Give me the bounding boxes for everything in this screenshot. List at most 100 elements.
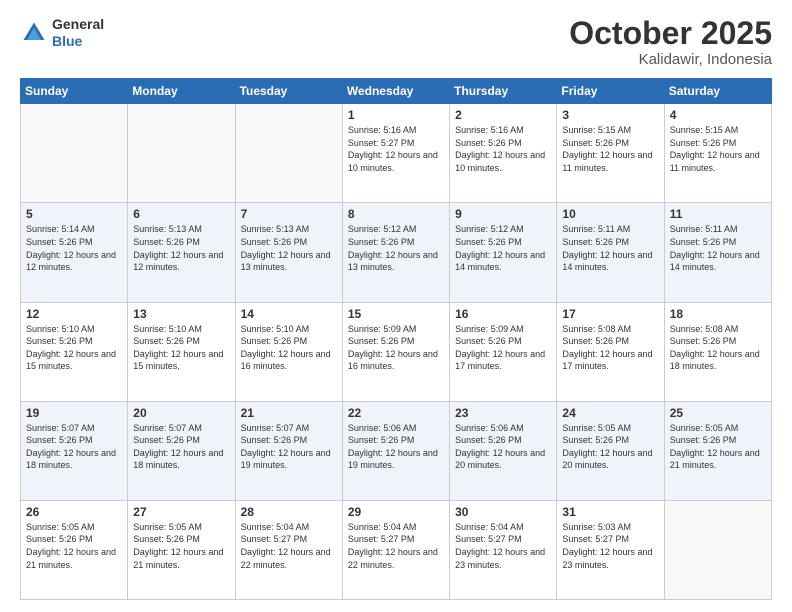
logo-general: General	[52, 16, 104, 32]
day-cell: 23Sunrise: 5:06 AMSunset: 5:26 PMDayligh…	[450, 401, 557, 500]
day-info: Sunrise: 5:13 AMSunset: 5:26 PMDaylight:…	[241, 223, 337, 273]
page: General Blue October 2025 Kalidawir, Ind…	[0, 0, 792, 612]
day-number: 23	[455, 406, 551, 420]
day-number: 17	[562, 307, 658, 321]
day-cell: 6Sunrise: 5:13 AMSunset: 5:26 PMDaylight…	[128, 203, 235, 302]
day-cell: 9 Sunrise: 5:12 AMSunset: 5:26 PMDaylight…	[450, 203, 557, 302]
day-number: 28	[241, 505, 337, 519]
logo-blue: Blue	[52, 33, 82, 49]
day-cell: 21 Sunrise: 5:07 AMSunset: 5:26 PMDayligh…	[235, 401, 342, 500]
day-cell: 17Sunrise: 5:08 AMSunset: 5:26 PMDayligh…	[557, 302, 664, 401]
calendar: Sunday Monday Tuesday Wednesday Thursday…	[20, 78, 772, 600]
day-info: Sunrise: 5:05 AMSunset: 5:26 PMDaylight:…	[562, 422, 658, 472]
day-number: 3	[562, 108, 658, 122]
week-row-3: 12 Sunrise: 5:10 AMSunset: 5:26 PMDayligh…	[21, 302, 772, 401]
day-info: Sunrise: 5:09 AMSunset: 5:26 PMDaylight:…	[455, 323, 551, 373]
day-number: 25	[670, 406, 766, 420]
day-cell: 1 Sunrise: 5:16 AMSunset: 5:27 PMDaylight…	[342, 104, 449, 203]
day-cell: 24 Sunrise: 5:05 AMSunset: 5:26 PMDayligh…	[557, 401, 664, 500]
day-cell: 19 Sunrise: 5:07 AMSunset: 5:26 PMDayligh…	[21, 401, 128, 500]
month-title: October 2025	[569, 16, 772, 51]
day-number: 27	[133, 505, 229, 519]
day-info: Sunrise: 5:05 AMSunset: 5:26 PMDaylight:…	[670, 422, 766, 472]
day-number: 1	[348, 108, 444, 122]
day-cell: 14 Sunrise: 5:10 AMSunset: 5:26 PMDayligh…	[235, 302, 342, 401]
header-sunday: Sunday	[21, 79, 128, 104]
day-number: 18	[670, 307, 766, 321]
week-row-2: 5Sunrise: 5:14 AMSunset: 5:26 PMDaylight…	[21, 203, 772, 302]
header-wednesday: Wednesday	[342, 79, 449, 104]
day-info: Sunrise: 5:09 AMSunset: 5:26 PMDaylight:…	[348, 323, 444, 373]
day-info: Sunrise: 5:04 AMSunset: 5:27 PMDaylight:…	[455, 521, 551, 571]
day-info: Sunrise: 5:14 AMSunset: 5:26 PMDaylight:…	[26, 223, 122, 273]
day-cell: 11 Sunrise: 5:11 AMSunset: 5:26 PMDayligh…	[664, 203, 771, 302]
logo: General Blue	[20, 16, 104, 50]
day-info: Sunrise: 5:08 AMSunset: 5:26 PMDaylight:…	[670, 323, 766, 373]
day-cell: 20Sunrise: 5:07 AMSunset: 5:26 PMDayligh…	[128, 401, 235, 500]
header-saturday: Saturday	[664, 79, 771, 104]
day-cell	[235, 104, 342, 203]
day-info: Sunrise: 5:13 AMSunset: 5:26 PMDaylight:…	[133, 223, 229, 273]
day-cell: 30 Sunrise: 5:04 AMSunset: 5:27 PMDayligh…	[450, 500, 557, 599]
day-number: 22	[348, 406, 444, 420]
day-info: Sunrise: 5:11 AMSunset: 5:26 PMDaylight:…	[562, 223, 658, 273]
day-number: 4	[670, 108, 766, 122]
day-cell: 28Sunrise: 5:04 AMSunset: 5:27 PMDayligh…	[235, 500, 342, 599]
day-number: 29	[348, 505, 444, 519]
day-info: Sunrise: 5:07 AMSunset: 5:26 PMDaylight:…	[26, 422, 122, 472]
day-number: 20	[133, 406, 229, 420]
day-info: Sunrise: 5:10 AMSunset: 5:26 PMDaylight:…	[133, 323, 229, 373]
day-number: 21	[241, 406, 337, 420]
day-info: Sunrise: 5:05 AMSunset: 5:26 PMDaylight:…	[133, 521, 229, 571]
day-cell	[21, 104, 128, 203]
day-number: 30	[455, 505, 551, 519]
week-row-5: 26Sunrise: 5:05 AMSunset: 5:26 PMDayligh…	[21, 500, 772, 599]
week-row-4: 19 Sunrise: 5:07 AMSunset: 5:26 PMDayligh…	[21, 401, 772, 500]
header-tuesday: Tuesday	[235, 79, 342, 104]
day-number: 19	[26, 406, 122, 420]
day-cell: 8 Sunrise: 5:12 AMSunset: 5:26 PMDaylight…	[342, 203, 449, 302]
day-cell: 31 Sunrise: 5:03 AMSunset: 5:27 PMDayligh…	[557, 500, 664, 599]
day-cell: 3 Sunrise: 5:15 AMSunset: 5:26 PMDaylight…	[557, 104, 664, 203]
day-number: 9	[455, 207, 551, 221]
logo-text: General Blue	[52, 16, 104, 50]
day-number: 11	[670, 207, 766, 221]
day-number: 8	[348, 207, 444, 221]
day-number: 12	[26, 307, 122, 321]
week-row-1: 1 Sunrise: 5:16 AMSunset: 5:27 PMDaylight…	[21, 104, 772, 203]
day-info: Sunrise: 5:16 AMSunset: 5:27 PMDaylight:…	[348, 124, 444, 174]
day-cell: 29Sunrise: 5:04 AMSunset: 5:27 PMDayligh…	[342, 500, 449, 599]
day-number: 16	[455, 307, 551, 321]
day-info: Sunrise: 5:15 AMSunset: 5:26 PMDaylight:…	[562, 124, 658, 174]
day-info: Sunrise: 5:15 AMSunset: 5:26 PMDaylight:…	[670, 124, 766, 174]
day-info: Sunrise: 5:10 AMSunset: 5:26 PMDaylight:…	[241, 323, 337, 373]
day-number: 15	[348, 307, 444, 321]
header: General Blue October 2025 Kalidawir, Ind…	[20, 16, 772, 68]
day-number: 14	[241, 307, 337, 321]
day-number: 24	[562, 406, 658, 420]
weekday-header-row: Sunday Monday Tuesday Wednesday Thursday…	[21, 79, 772, 104]
day-info: Sunrise: 5:06 AMSunset: 5:26 PMDaylight:…	[348, 422, 444, 472]
day-number: 13	[133, 307, 229, 321]
day-info: Sunrise: 5:12 AMSunset: 5:26 PMDaylight:…	[348, 223, 444, 273]
logo-icon	[20, 19, 48, 47]
day-cell: 10Sunrise: 5:11 AMSunset: 5:26 PMDayligh…	[557, 203, 664, 302]
day-info: Sunrise: 5:11 AMSunset: 5:26 PMDaylight:…	[670, 223, 766, 273]
day-cell: 2Sunrise: 5:16 AMSunset: 5:26 PMDaylight…	[450, 104, 557, 203]
day-cell: 7Sunrise: 5:13 AMSunset: 5:26 PMDaylight…	[235, 203, 342, 302]
day-info: Sunrise: 5:07 AMSunset: 5:26 PMDaylight:…	[241, 422, 337, 472]
day-info: Sunrise: 5:16 AMSunset: 5:26 PMDaylight:…	[455, 124, 551, 174]
day-cell	[664, 500, 771, 599]
day-info: Sunrise: 5:12 AMSunset: 5:26 PMDaylight:…	[455, 223, 551, 273]
title-block: October 2025 Kalidawir, Indonesia	[569, 16, 772, 68]
day-info: Sunrise: 5:10 AMSunset: 5:26 PMDaylight:…	[26, 323, 122, 373]
day-cell: 26Sunrise: 5:05 AMSunset: 5:26 PMDayligh…	[21, 500, 128, 599]
day-info: Sunrise: 5:03 AMSunset: 5:27 PMDaylight:…	[562, 521, 658, 571]
day-cell	[128, 104, 235, 203]
day-cell: 12 Sunrise: 5:10 AMSunset: 5:26 PMDayligh…	[21, 302, 128, 401]
header-friday: Friday	[557, 79, 664, 104]
day-cell: 16 Sunrise: 5:09 AMSunset: 5:26 PMDayligh…	[450, 302, 557, 401]
day-cell: 15 Sunrise: 5:09 AMSunset: 5:26 PMDayligh…	[342, 302, 449, 401]
day-number: 31	[562, 505, 658, 519]
day-cell: 27 Sunrise: 5:05 AMSunset: 5:26 PMDayligh…	[128, 500, 235, 599]
